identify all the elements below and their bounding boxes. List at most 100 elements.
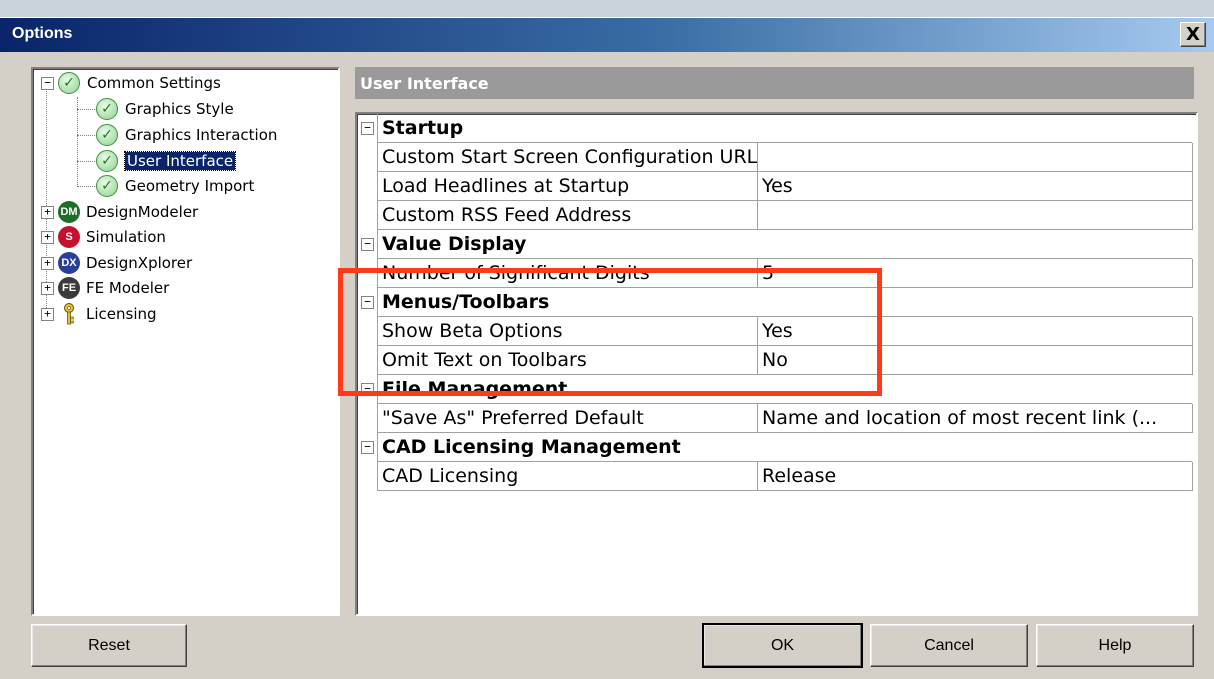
row-gutter <box>357 346 378 375</box>
category-row[interactable]: − Startup <box>357 114 1193 143</box>
property-name: Load Headlines at Startup <box>378 172 758 201</box>
tree-item-label: Licensing <box>86 305 157 323</box>
property-name: Custom RSS Feed Address <box>378 201 758 230</box>
tree-item-licensing[interactable]: + Licensing <box>41 303 157 325</box>
tree-item-label: DesignXplorer <box>86 254 193 272</box>
tree-item-designmodeler[interactable]: + DM DesignModeler <box>41 201 198 223</box>
tree-item-designxplorer[interactable]: + DX DesignXplorer <box>41 252 192 274</box>
check-icon: ✓ <box>96 124 118 146</box>
key-icon <box>58 303 80 325</box>
help-button[interactable]: Help <box>1036 624 1194 667</box>
tree-item-label: User Interface <box>123 151 237 171</box>
options-tree[interactable]: − ✓ Common Settings ✓ Graphics Style ✓ G… <box>31 67 340 616</box>
property-value[interactable] <box>758 143 1193 172</box>
collapse-icon[interactable]: − <box>361 238 374 251</box>
tree-item-label: FE Modeler <box>86 279 170 297</box>
category-label: CAD Licensing Management <box>378 433 1192 462</box>
property-row[interactable]: Omit Text on Toolbars No <box>357 346 1193 375</box>
tree-item-simulation[interactable]: + S Simulation <box>41 226 166 248</box>
property-value[interactable]: Yes <box>758 317 1193 346</box>
property-row[interactable]: Custom Start Screen Configuration URL <box>357 143 1193 172</box>
property-grid[interactable]: − Startup Custom Start Screen Configuratio… <box>355 112 1198 616</box>
category-label: Startup <box>378 114 1192 143</box>
tree-item-label: Simulation <box>86 228 166 246</box>
ok-button[interactable]: OK <box>702 623 863 668</box>
tree-item-label: Geometry Import <box>125 177 255 195</box>
expand-icon[interactable]: + <box>41 256 54 270</box>
property-name: "Save As" Preferred Default <box>378 404 758 433</box>
category-label: Menus/Toolbars <box>378 288 1192 317</box>
collapse-icon[interactable]: − <box>41 76 54 90</box>
check-icon: ✓ <box>96 150 118 172</box>
check-icon: ✓ <box>58 72 80 94</box>
row-gutter <box>357 462 378 491</box>
tree-item-label: Graphics Style <box>125 100 234 118</box>
tree-item-label: Graphics Interaction <box>125 126 278 144</box>
tree-item-graphics-interaction[interactable]: ✓ Graphics Interaction <box>96 124 277 146</box>
tree-item-label: DesignModeler <box>86 203 199 221</box>
collapse-icon[interactable]: − <box>361 122 374 135</box>
property-row[interactable]: "Save As" Preferred Default Name and loca… <box>357 404 1193 433</box>
reset-button[interactable]: Reset <box>31 624 187 667</box>
property-name: Custom Start Screen Configuration URL <box>378 143 758 172</box>
property-row[interactable]: CAD Licensing Release <box>357 462 1193 491</box>
expand-icon[interactable]: + <box>41 205 54 219</box>
property-name: Omit Text on Toolbars <box>378 346 758 375</box>
row-gutter: − <box>357 114 378 143</box>
property-name: Number of Significant Digits <box>378 259 758 288</box>
simulation-icon: S <box>58 226 80 248</box>
property-row[interactable]: Show Beta Options Yes <box>357 317 1193 346</box>
property-value[interactable]: Yes <box>758 172 1193 201</box>
row-gutter <box>357 201 378 230</box>
check-icon: ✓ <box>96 98 118 120</box>
category-row[interactable]: − Value Display <box>357 230 1193 259</box>
fe-modeler-icon: FE <box>58 277 80 299</box>
cancel-button[interactable]: Cancel <box>870 624 1028 667</box>
row-gutter <box>357 143 378 172</box>
row-gutter: − <box>357 433 378 462</box>
window-title: Options <box>12 25 73 42</box>
tree-item-common-settings[interactable]: − ✓ Common Settings <box>41 72 221 94</box>
designxplorer-icon: DX <box>58 252 80 274</box>
row-gutter: − <box>357 230 378 259</box>
close-icon: X <box>1186 24 1200 45</box>
property-value[interactable]: No <box>758 346 1193 375</box>
tree-item-user-interface[interactable]: ✓ User Interface <box>96 150 237 172</box>
tree-item-label: Common Settings <box>87 74 221 92</box>
collapse-icon[interactable]: − <box>361 441 374 454</box>
panel-title: User Interface <box>355 67 1194 99</box>
tree-item-fe-modeler[interactable]: + FE FE Modeler <box>41 277 169 299</box>
collapse-icon[interactable]: − <box>361 296 374 309</box>
category-label: Value Display <box>378 230 1192 259</box>
row-gutter: − <box>357 288 378 317</box>
property-row[interactable]: Load Headlines at Startup Yes <box>357 172 1193 201</box>
tree-item-geometry-import[interactable]: ✓ Geometry Import <box>96 175 254 197</box>
property-value[interactable] <box>758 201 1193 230</box>
designmodeler-icon: DM <box>58 201 80 223</box>
category-row[interactable]: − File Management <box>357 375 1193 404</box>
category-row[interactable]: − CAD Licensing Management <box>357 433 1193 462</box>
check-icon: ✓ <box>96 175 118 197</box>
expand-icon[interactable]: + <box>41 281 54 295</box>
property-name: CAD Licensing <box>378 462 758 491</box>
expand-icon[interactable]: + <box>41 230 54 244</box>
title-bar: Options X <box>0 17 1214 52</box>
close-button[interactable]: X <box>1180 22 1206 47</box>
category-label: File Management <box>378 375 1192 404</box>
property-row[interactable]: Number of Significant Digits 5 <box>357 259 1193 288</box>
property-value[interactable]: 5 <box>758 259 1193 288</box>
tree-item-graphics-style[interactable]: ✓ Graphics Style <box>96 98 234 120</box>
property-name: Show Beta Options <box>378 317 758 346</box>
row-gutter <box>357 404 378 433</box>
desktop-strip <box>0 0 1214 17</box>
expand-icon[interactable]: + <box>41 307 54 321</box>
property-row[interactable]: Custom RSS Feed Address <box>357 201 1193 230</box>
property-value[interactable]: Name and location of most recent link (.… <box>758 404 1193 433</box>
row-gutter: − <box>357 375 378 404</box>
row-gutter <box>357 172 378 201</box>
property-value[interactable]: Release <box>758 462 1193 491</box>
row-gutter <box>357 259 378 288</box>
collapse-icon[interactable]: − <box>361 383 374 396</box>
row-gutter <box>357 317 378 346</box>
category-row[interactable]: − Menus/Toolbars <box>357 288 1193 317</box>
